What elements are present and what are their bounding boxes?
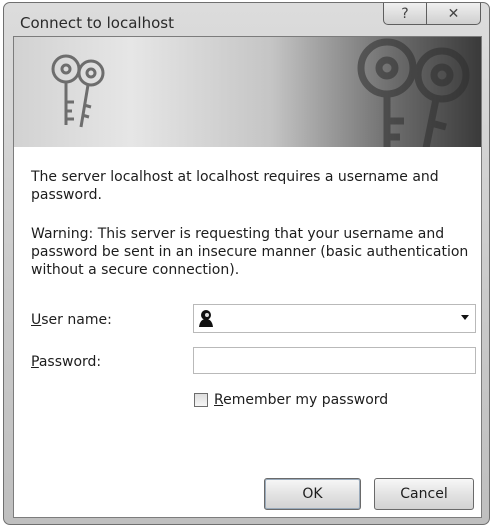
close-icon: ✕ bbox=[447, 5, 460, 22]
username-label-text: ser name: bbox=[41, 312, 112, 328]
user-icon bbox=[199, 310, 213, 327]
password-label-accesskey: P bbox=[31, 354, 39, 370]
remember-password-checkbox[interactable] bbox=[194, 393, 208, 407]
cancel-button[interactable]: Cancel bbox=[374, 478, 474, 510]
help-icon: ? bbox=[401, 5, 409, 22]
password-field[interactable] bbox=[193, 347, 476, 374]
username-label-accesskey: U bbox=[31, 312, 42, 328]
keys-watermark-icon bbox=[357, 38, 470, 147]
ok-button-label: OK bbox=[302, 486, 323, 502]
username-label: User name: bbox=[31, 312, 112, 328]
window-title: Connect to localhost bbox=[20, 14, 174, 32]
caption-buttons: ? ✕ bbox=[383, 3, 483, 27]
dropdown-arrow-icon[interactable] bbox=[461, 315, 469, 320]
server-message: The server localhost at localhost requir… bbox=[31, 169, 439, 203]
title-bar[interactable]: Connect to localhost ? ✕ bbox=[4, 3, 489, 37]
remember-label-accesskey: R bbox=[214, 392, 224, 408]
username-combobox[interactable] bbox=[193, 304, 476, 333]
remember-password-label[interactable]: Remember my password bbox=[214, 392, 388, 408]
help-button[interactable]: ? bbox=[383, 3, 427, 25]
security-warning: Warning: This server is requesting that … bbox=[31, 226, 469, 278]
ok-button[interactable]: OK bbox=[264, 478, 361, 510]
password-label: Password: bbox=[31, 354, 101, 370]
close-button[interactable]: ✕ bbox=[427, 3, 481, 25]
password-label-text: assword: bbox=[38, 354, 102, 370]
dialog-window: Connect to localhost ? ✕ The server loca… bbox=[3, 2, 490, 525]
dialog-body: The server localhost at localhost requir… bbox=[13, 36, 482, 518]
keys-icon bbox=[51, 54, 105, 128]
banner bbox=[14, 37, 481, 147]
cancel-button-label: Cancel bbox=[400, 486, 448, 502]
remember-label-text: emember my password bbox=[223, 392, 389, 408]
